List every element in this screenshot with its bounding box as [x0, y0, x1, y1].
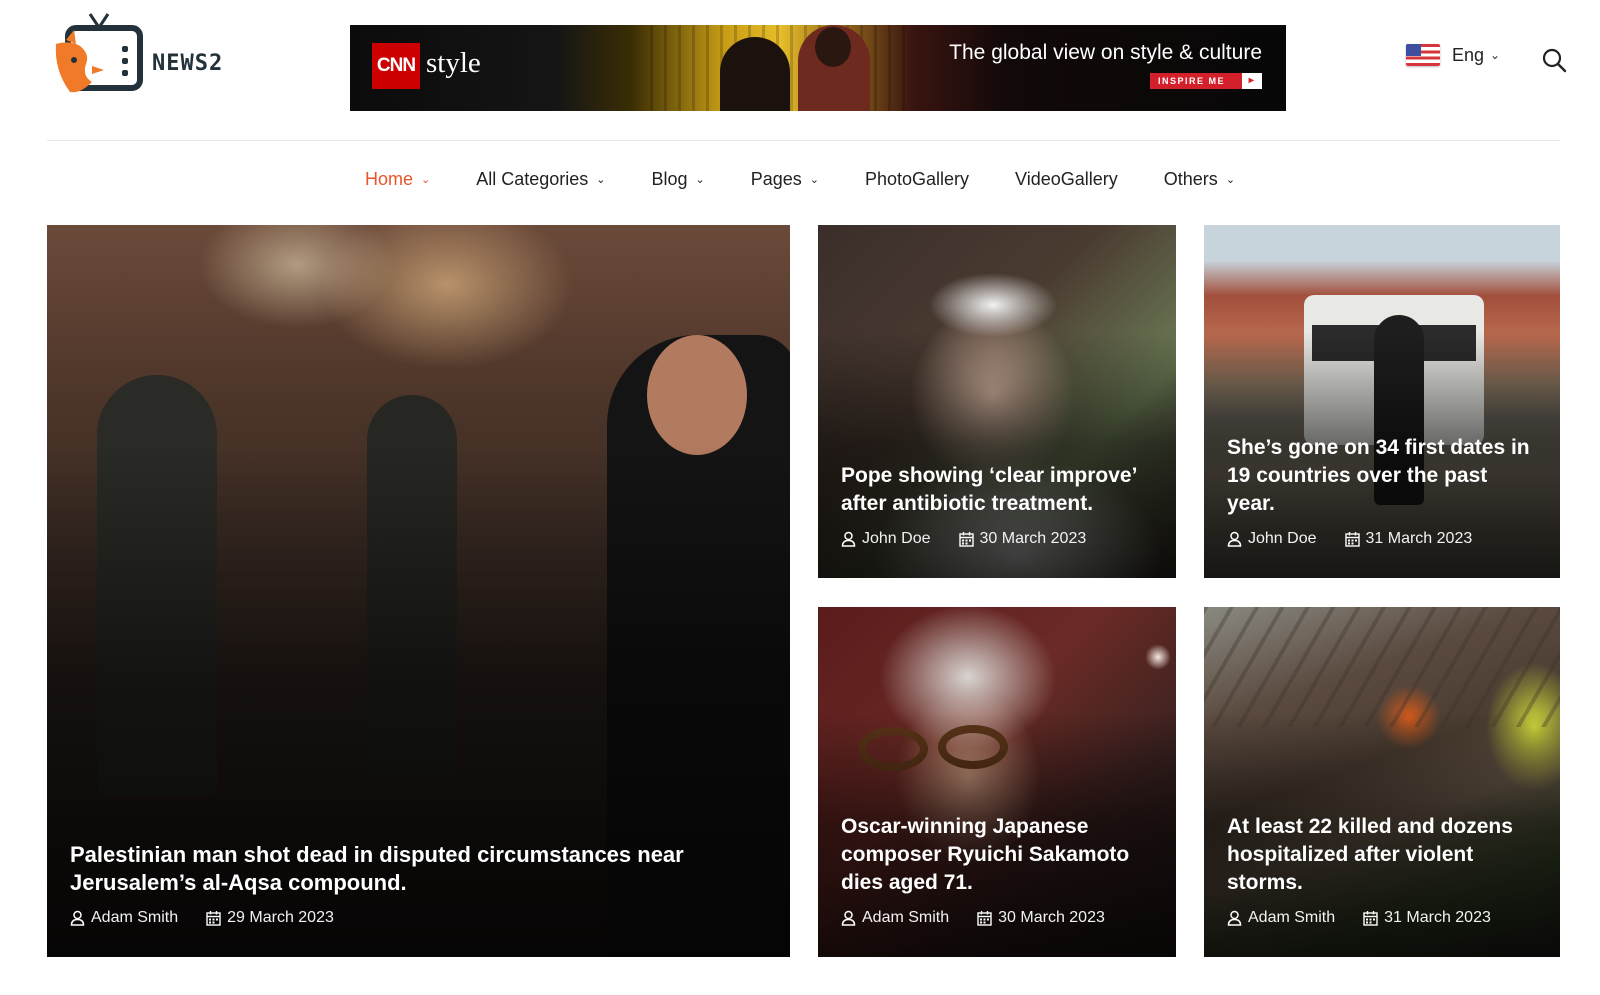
nav-item-label: Home — [364, 168, 413, 189]
article-content: Pope showing ‘clear improve’ after antib… — [841, 462, 1156, 548]
article-card[interactable]: Pope showing ‘clear improve’ after antib… — [818, 225, 1176, 578]
author-name: John Doe — [1248, 530, 1317, 547]
article-author[interactable]: John Doe — [841, 530, 931, 548]
user-icon — [841, 531, 856, 547]
author-name: Adam Smith — [862, 909, 950, 926]
author-name: Adam Smith — [1248, 909, 1336, 926]
chevron-down-icon: ⌄ — [1490, 48, 1501, 62]
tv-fox-logo-icon — [55, 13, 143, 93]
ad-cta-label: INSPIRE ME — [1158, 76, 1226, 86]
nav-item-photogallery[interactable]: PhotoGallery — [842, 160, 992, 198]
calendar-icon — [1344, 532, 1360, 547]
date-text: 31 March 2023 — [1365, 530, 1473, 547]
article-meta: Adam Smith 31 March 2023 — [1227, 909, 1540, 927]
article-date: 30 March 2023 — [958, 530, 1087, 548]
article-date: 31 March 2023 — [1363, 909, 1491, 927]
article-author[interactable]: Adam Smith — [841, 909, 949, 927]
logo-text: NEWS2 — [152, 50, 224, 76]
date-text: 31 March 2023 — [1384, 909, 1491, 926]
article-meta: Adam Smith 29 March 2023 — [70, 909, 770, 927]
article-content: Palestinian man shot dead in disputed ci… — [70, 841, 770, 927]
article-date: 30 March 2023 — [977, 909, 1105, 927]
date-text: 30 March 2023 — [998, 909, 1105, 926]
article-meta: Adam Smith 30 March 2023 — [841, 909, 1156, 927]
nav-item-label: VideoGallery — [1015, 168, 1118, 189]
arrow-right-icon: ▸ — [1242, 73, 1262, 89]
ad-tagline: The global view on style & culture — [949, 41, 1262, 64]
site-header: NEWS2 CNN style The global view on style… — [0, 0, 1600, 140]
article-author[interactable]: John Doe — [1227, 530, 1317, 548]
article-title[interactable]: Pope showing ‘clear improve’ after antib… — [841, 462, 1156, 518]
ad-model-figure — [720, 37, 790, 111]
calendar-icon — [958, 532, 974, 547]
article-title[interactable]: At least 22 killed and dozens hospitaliz… — [1227, 813, 1540, 897]
article-title[interactable]: Palestinian man shot dead in disputed ci… — [70, 841, 770, 897]
calendar-icon — [206, 911, 221, 926]
nav-item-others[interactable]: Others ⌄ — [1141, 160, 1258, 198]
article-date: 29 March 2023 — [206, 909, 334, 927]
article-author[interactable]: Adam Smith — [70, 909, 178, 927]
author-name: Adam Smith — [91, 909, 179, 926]
header-divider — [47, 140, 1560, 141]
user-icon — [70, 910, 85, 926]
article-content: At least 22 killed and dozens hospitaliz… — [1227, 813, 1540, 927]
article-meta: John Doe 30 March 2023 — [841, 530, 1156, 548]
nav-item-pages[interactable]: Pages ⌄ — [728, 160, 842, 198]
article-author[interactable]: Adam Smith — [1227, 909, 1335, 927]
article-card[interactable]: At least 22 killed and dozens hospitaliz… — [1204, 607, 1560, 957]
ad-brand-logo: CNN — [372, 43, 420, 89]
nav-item-label: PhotoGallery — [864, 168, 970, 189]
chevron-down-icon: ⌄ — [420, 173, 431, 186]
nav-item-videogallery[interactable]: VideoGallery — [992, 160, 1141, 198]
chevron-down-icon: ⌄ — [695, 173, 705, 186]
article-meta: John Doe 31 March 2023 — [1227, 530, 1540, 548]
nav-item-home[interactable]: Home ⌄ — [342, 160, 453, 198]
user-icon — [1227, 910, 1242, 926]
article-content: Oscar-winning Japanese composer Ryuichi … — [841, 813, 1156, 927]
article-card[interactable]: Oscar-winning Japanese composer Ryuichi … — [818, 607, 1176, 957]
calendar-icon — [1363, 911, 1378, 926]
article-card[interactable]: She’s gone on 34 first dates in 19 count… — [1204, 225, 1560, 578]
chevron-down-icon: ⌄ — [596, 173, 606, 186]
nav-item-blog[interactable]: Blog ⌄ — [628, 160, 727, 198]
site-logo[interactable]: NEWS2 — [52, 10, 242, 102]
date-text: 30 March 2023 — [979, 530, 1087, 547]
ad-banner[interactable]: CNN style The global view on style & cul… — [350, 25, 1286, 111]
author-name: John Doe — [862, 530, 931, 547]
article-title[interactable]: Oscar-winning Japanese composer Ryuichi … — [841, 813, 1156, 897]
ad-product-name: style — [426, 47, 481, 79]
user-icon — [1227, 531, 1242, 547]
language-label: Eng — [1452, 44, 1485, 65]
chevron-down-icon: ⌄ — [809, 173, 819, 186]
nav-item-label: Pages — [750, 168, 802, 189]
chevron-down-icon: ⌄ — [1225, 173, 1236, 186]
nav-item-label: Blog — [651, 168, 688, 189]
calendar-icon — [977, 911, 992, 926]
nav-item-label: Others — [1163, 168, 1218, 189]
language-selector[interactable]: Eng ⌄ — [1406, 44, 1500, 66]
date-text: 29 March 2023 — [227, 909, 334, 926]
nav-item-all-categories[interactable]: All Categories ⌄ — [453, 160, 628, 198]
featured-article-card[interactable]: Palestinian man shot dead in disputed ci… — [47, 225, 790, 957]
article-content: She’s gone on 34 first dates in 19 count… — [1227, 434, 1540, 548]
search-button[interactable] — [1540, 46, 1568, 74]
ad-cta-button[interactable]: INSPIRE ME ▸ — [1150, 73, 1262, 89]
ad-model-head — [815, 27, 851, 67]
us-flag-icon — [1406, 44, 1440, 66]
search-icon — [1542, 48, 1567, 73]
nav-item-label: All Categories — [476, 168, 589, 189]
main-navigation: Home ⌄ All Categories ⌄ Blog ⌄ Pages ⌄ P… — [0, 160, 1600, 198]
article-title[interactable]: She’s gone on 34 first dates in 19 count… — [1227, 434, 1540, 518]
user-icon — [841, 910, 856, 926]
article-date: 31 March 2023 — [1344, 530, 1473, 548]
